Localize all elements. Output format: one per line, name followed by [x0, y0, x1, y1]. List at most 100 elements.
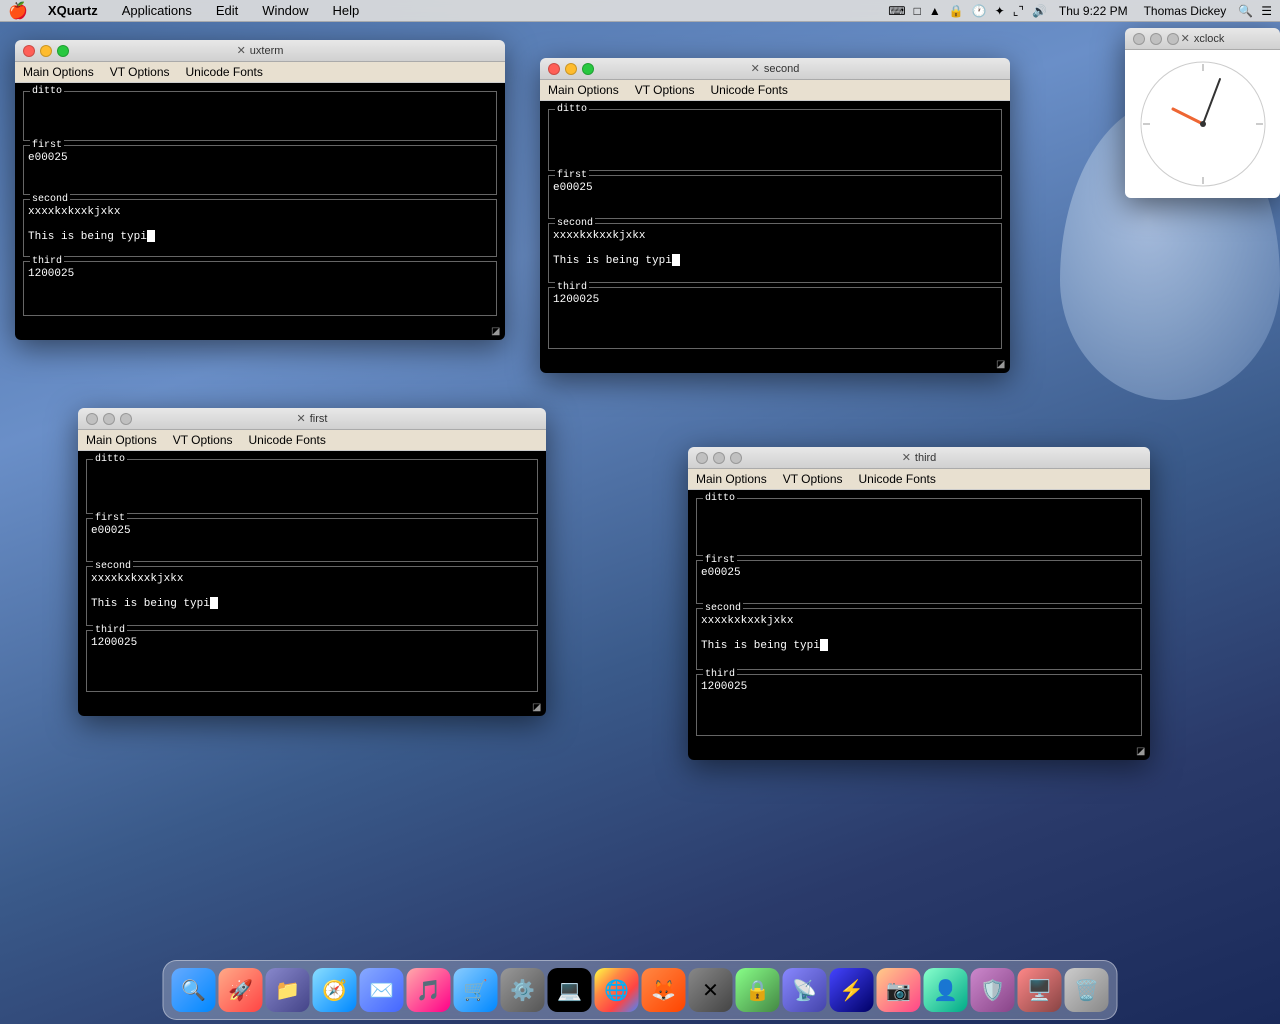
first-menu-vt[interactable]: VT Options — [173, 433, 233, 447]
first-resize-handle[interactable]: ◪ — [532, 702, 544, 714]
third-field-third[interactable]: third 1200025 — [696, 674, 1142, 736]
dock-icon-photos[interactable]: 📷 — [877, 968, 921, 1012]
second-menu-vt[interactable]: VT Options — [635, 83, 695, 97]
window-second: ✕ second Main Options VT Options Unicode… — [540, 58, 1010, 373]
menubar-item-xquartz[interactable]: XQuartz — [44, 3, 102, 18]
dock-icon-security[interactable]: 🔒 — [736, 968, 780, 1012]
first-menu-unicode[interactable]: Unicode Fonts — [249, 433, 326, 447]
dock-icon-monitor[interactable]: 🖥️ — [1018, 968, 1062, 1012]
uxterm-resize-handle[interactable]: ◪ — [491, 326, 503, 338]
first-body: Main Options VT Options Unicode Fonts di… — [78, 430, 546, 700]
menubar-icon-bluetooth: ✦ — [995, 4, 1005, 18]
third-resize-handle[interactable]: ◪ — [1136, 746, 1148, 758]
uxterm-close-button[interactable] — [23, 45, 35, 57]
uxterm-menu-unicode[interactable]: Unicode Fonts — [186, 65, 263, 79]
second-titlebar: ✕ second — [540, 58, 1010, 80]
uxterm-min-button[interactable] — [40, 45, 52, 57]
first-max-button[interactable] — [120, 413, 132, 425]
menubar-item-edit[interactable]: Edit — [212, 3, 242, 18]
xclock-title: ✕ xclock — [1181, 32, 1225, 45]
xclock-traffic-lights — [1133, 33, 1179, 45]
uxterm-field-first[interactable]: first e00025 — [23, 145, 497, 195]
third-menu-vt[interactable]: VT Options — [783, 472, 843, 486]
uxterm-field-ditto[interactable]: ditto — [23, 91, 497, 141]
second-close-button[interactable] — [548, 63, 560, 75]
first-min-button[interactable] — [103, 413, 115, 425]
second-menubar: Main Options VT Options Unicode Fonts — [540, 80, 1010, 101]
first-field-ditto[interactable]: ditto — [86, 459, 538, 514]
dock-icon-network[interactable]: 📡 — [783, 968, 827, 1012]
uxterm-traffic-lights — [23, 45, 69, 57]
second-field-third[interactable]: third 1200025 — [548, 287, 1002, 349]
second-resize-handle[interactable]: ◪ — [996, 359, 1008, 371]
second-menu-main[interactable]: Main Options — [548, 83, 619, 97]
third-max-button[interactable] — [730, 452, 742, 464]
third-titlebar: ✕ third — [688, 447, 1150, 469]
first-terminal[interactable]: ditto first e00025 second xxxxkxkxxkjxkx… — [78, 451, 546, 700]
xclock-title-icon: ✕ — [1181, 32, 1190, 45]
dock-icon-terminal[interactable]: 💻 — [548, 968, 592, 1012]
uxterm-menu-main[interactable]: Main Options — [23, 65, 94, 79]
second-field-ditto[interactable]: ditto — [548, 109, 1002, 171]
first-menubar: Main Options VT Options Unicode Fonts — [78, 430, 546, 451]
menubar-item-help[interactable]: Help — [329, 3, 364, 18]
uxterm-menu-vt[interactable]: VT Options — [110, 65, 170, 79]
window-first: ✕ first Main Options VT Options Unicode … — [78, 408, 546, 716]
second-max-button[interactable] — [582, 63, 594, 75]
uxterm-max-button[interactable] — [57, 45, 69, 57]
third-title: ✕ third — [902, 451, 937, 464]
menubar-icon-menu[interactable]: ☰ — [1261, 4, 1272, 18]
second-min-button[interactable] — [565, 63, 577, 75]
dock-icon-appstore[interactable]: 🛒 — [454, 968, 498, 1012]
dock-icon-safari[interactable]: 🧭 — [313, 968, 357, 1012]
dock-icon-chrome[interactable]: 🌐 — [595, 968, 639, 1012]
dock-icon-mail[interactable]: ✉️ — [360, 968, 404, 1012]
dock-icon-finder[interactable]: 🔍 — [172, 968, 216, 1012]
third-field-second[interactable]: second xxxxkxkxxkjxkx This is being typi — [696, 608, 1142, 670]
window-xclock: ✕ xclock — [1125, 28, 1280, 198]
second-traffic-lights — [548, 63, 594, 75]
third-menu-main[interactable]: Main Options — [696, 472, 767, 486]
third-terminal[interactable]: ditto first e00025 second xxxxkxkxxkjxkx… — [688, 490, 1150, 744]
third-menu-unicode[interactable]: Unicode Fonts — [859, 472, 936, 486]
first-traffic-lights — [86, 413, 132, 425]
third-field-ditto[interactable]: ditto — [696, 498, 1142, 556]
menubar-icon-search[interactable]: 🔍 — [1238, 4, 1253, 18]
first-field-first[interactable]: first e00025 — [86, 518, 538, 562]
dock-icon-x11[interactable]: ✕ — [689, 968, 733, 1012]
third-min-button[interactable] — [713, 452, 725, 464]
dock-icon-bluetooth[interactable]: ⚡ — [830, 968, 874, 1012]
second-field-first[interactable]: first e00025 — [548, 175, 1002, 219]
dock-icon-trash[interactable]: 🗑️ — [1065, 968, 1109, 1012]
third-body: Main Options VT Options Unicode Fonts di… — [688, 469, 1150, 744]
first-menu-main[interactable]: Main Options — [86, 433, 157, 447]
menubar-item-window[interactable]: Window — [258, 3, 312, 18]
xclock-max-button[interactable] — [1167, 33, 1179, 45]
first-field-second[interactable]: second xxxxkxkxxkjxkx This is being typi — [86, 566, 538, 626]
dock-icon-firefox[interactable]: 🦊 — [642, 968, 686, 1012]
dock-icon-launchpad[interactable]: 🚀 — [219, 968, 263, 1012]
dock-icon-syspref[interactable]: ⚙️ — [501, 968, 545, 1012]
third-field-first[interactable]: first e00025 — [696, 560, 1142, 604]
second-menu-unicode[interactable]: Unicode Fonts — [711, 83, 788, 97]
first-close-button[interactable] — [86, 413, 98, 425]
second-body: Main Options VT Options Unicode Fonts di… — [540, 80, 1010, 357]
uxterm-terminal[interactable]: ditto first e00025 second xxxxkxkxxkjxkx… — [15, 83, 505, 324]
uxterm-field-third[interactable]: third 1200025 — [23, 261, 497, 316]
dock-icon-files[interactable]: 📁 — [266, 968, 310, 1012]
xclock-svg — [1138, 59, 1268, 189]
cursor — [147, 230, 155, 242]
dock-icon-vpn[interactable]: 🛡️ — [971, 968, 1015, 1012]
menubar-username: Thomas Dickey — [1140, 4, 1231, 18]
first-field-third[interactable]: third 1200025 — [86, 630, 538, 692]
second-field-second[interactable]: second xxxxkxkxxkjxkx This is being typi — [548, 223, 1002, 283]
apple-logo[interactable]: 🍎 — [8, 1, 28, 21]
dock-icon-itunes[interactable]: 🎵 — [407, 968, 451, 1012]
second-terminal[interactable]: ditto first e00025 second xxxxkxkxxkjxkx… — [540, 101, 1010, 357]
uxterm-field-second[interactable]: second xxxxkxkxxkjxkx This is being typi — [23, 199, 497, 257]
dock-icon-contacts[interactable]: 👤 — [924, 968, 968, 1012]
xclock-close-button[interactable] — [1133, 33, 1145, 45]
third-close-button[interactable] — [696, 452, 708, 464]
xclock-min-button[interactable] — [1150, 33, 1162, 45]
menubar-item-applications[interactable]: Applications — [118, 3, 196, 18]
